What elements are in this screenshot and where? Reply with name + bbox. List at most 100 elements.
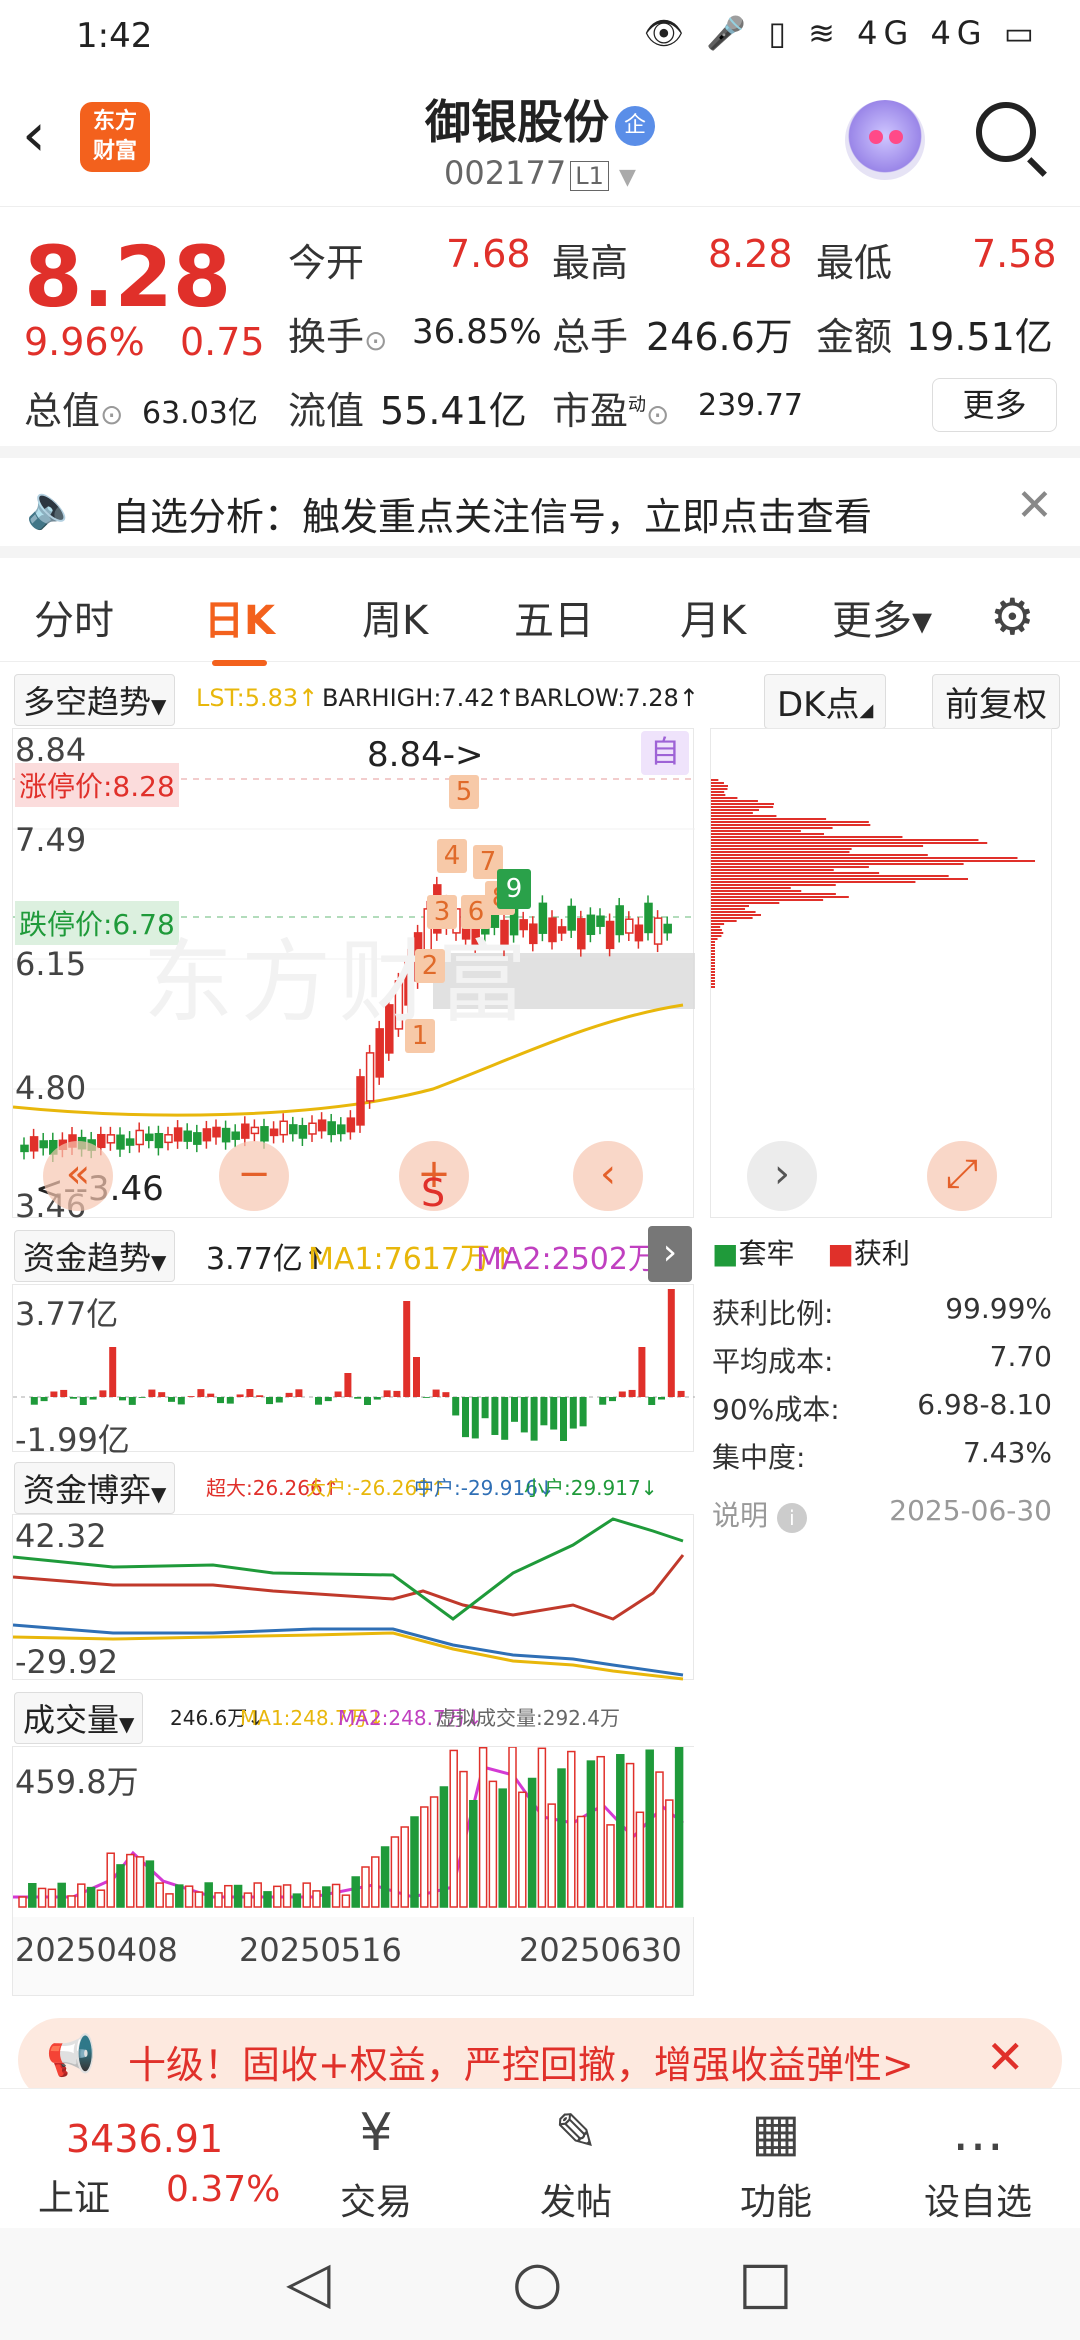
- nav-functions[interactable]: ▦ 功能: [706, 2103, 846, 2225]
- fund-game-small: 小户:29.917↓: [524, 1476, 658, 1500]
- candle-body: [548, 917, 557, 943]
- volume-select[interactable]: 成交量▼: [14, 1692, 144, 1744]
- current-price: 8.28: [24, 228, 232, 326]
- expand-right-icon[interactable]: ›: [648, 1226, 692, 1282]
- volume-bar: [674, 1746, 684, 1908]
- stat-row: 平均成本: 7.70: [712, 1340, 1052, 1380]
- candle-body: [365, 1052, 375, 1102]
- fund-bar: [256, 1395, 264, 1397]
- promo-text: 十级！固收+权益，严控回撤，增强收益弹性>: [128, 2043, 914, 2087]
- volume-bar: [665, 1799, 674, 1908]
- volume-panel[interactable]: 459.8万 20250408 20250516 20250630: [12, 1746, 695, 1996]
- gear-icon[interactable]: ⚙: [990, 588, 1035, 646]
- date-label: 20250516: [239, 1931, 402, 1969]
- tab-weekly[interactable]: 周K: [362, 588, 428, 646]
- signal-chip[interactable]: 9: [497, 869, 531, 909]
- high-field: 最高: [552, 232, 628, 287]
- chip-bar: [711, 944, 715, 946]
- axis-top: 459.8万: [15, 1763, 139, 1801]
- kline-indicator-label: 多空趋势: [23, 683, 152, 721]
- candle-body: [577, 918, 586, 950]
- volume-bar: [331, 1883, 341, 1908]
- tick-label: 7.49: [15, 821, 87, 859]
- tab-more[interactable]: 更多▾: [832, 588, 932, 646]
- low-value: 7.58: [972, 232, 1057, 276]
- chip-bar: [711, 959, 715, 961]
- prev-icon[interactable]: ‹: [573, 1141, 643, 1211]
- tab-minute[interactable]: 分时: [34, 588, 114, 646]
- adjust-button[interactable]: 前复权: [932, 674, 1060, 729]
- volume-bar: [214, 1892, 223, 1908]
- zoom-out-icon[interactable]: −: [219, 1141, 289, 1211]
- volume-bar: [361, 1866, 370, 1908]
- more-button[interactable]: 更多: [932, 378, 1057, 432]
- fund-bar: [413, 1357, 420, 1397]
- chip-bar: [711, 965, 715, 967]
- close-icon[interactable]: ✕: [986, 2030, 1025, 2084]
- fund-trend-panel[interactable]: 3.77亿 -1.99亿: [12, 1284, 695, 1459]
- signal-chip[interactable]: 2: [415, 949, 445, 983]
- nav-recents-icon[interactable]: □: [738, 2248, 793, 2316]
- candle-body: [183, 1130, 192, 1142]
- nav-post[interactable]: ✎ 发帖: [506, 2103, 646, 2225]
- chip-distribution-panel[interactable]: › ⤢: [710, 728, 1052, 1218]
- chip-bar: [711, 956, 715, 958]
- nav-add-watchlist[interactable]: … 设自选: [908, 2103, 1048, 2225]
- expand-icon[interactable]: ⤢: [927, 1141, 997, 1211]
- chip-bar: [711, 917, 753, 919]
- volume-bar: [47, 1888, 57, 1908]
- fund-bar: [383, 1390, 391, 1397]
- search-icon[interactable]: [976, 102, 1036, 162]
- analysis-notice[interactable]: 🔈 自选分析：触发重点关注信号，立即点击查看 ✕: [0, 458, 1080, 558]
- signal-chip[interactable]: 4: [437, 839, 467, 873]
- chip-bar: [711, 890, 802, 892]
- chip-bar: [711, 860, 1036, 862]
- self-badge[interactable]: 自: [641, 731, 689, 775]
- signal-chip[interactable]: 1: [405, 1019, 435, 1053]
- fund-game-panel[interactable]: 42.32 -29.92: [12, 1514, 694, 1681]
- fund-bar: [50, 1391, 58, 1397]
- tab-five-day[interactable]: 五日: [514, 588, 594, 646]
- dk-point-button[interactable]: DK点◢: [764, 674, 887, 729]
- candle-body: [644, 902, 653, 934]
- tab-monthly[interactable]: 月K: [680, 588, 746, 646]
- index-name: 上证: [38, 2178, 111, 2219]
- chip-bar: [711, 809, 759, 811]
- next-icon[interactable]: ›: [747, 1141, 817, 1211]
- fund-bar: [530, 1397, 538, 1441]
- barhigh-value: BARHIGH:7.42↑: [322, 684, 515, 712]
- nav-back-icon[interactable]: ◁: [286, 2248, 331, 2316]
- fund-bar: [187, 1396, 195, 1397]
- signal-chip[interactable]: 3: [427, 895, 457, 929]
- assistant-robot-icon[interactable]: [845, 100, 925, 180]
- info-icon[interactable]: ⊙: [364, 324, 387, 357]
- fund-trend-select[interactable]: 资金趋势▼: [14, 1230, 176, 1282]
- close-icon[interactable]: ✕: [1016, 480, 1053, 531]
- note-row[interactable]: 说明 i 2025-06-30: [712, 1494, 1052, 1534]
- tab-daily[interactable]: 日K: [204, 588, 275, 666]
- nav-home-icon[interactable]: ○: [512, 2248, 563, 2316]
- fund-bar: [520, 1397, 528, 1433]
- index-value: 3436.91: [66, 2117, 224, 2161]
- fund-game-select[interactable]: 资金博弈▼: [14, 1462, 176, 1514]
- chip-bar: [711, 869, 834, 871]
- volume-bar: [341, 1894, 351, 1908]
- volume-bar: [204, 1882, 213, 1908]
- chip-bar: [711, 815, 777, 817]
- chip-bar: [711, 878, 968, 880]
- chip-bar: [711, 794, 726, 796]
- kline-panel[interactable]: 8.84 7.49 6.15 4.80 3.46 涨停价:8.28 跌停价:6.…: [12, 728, 695, 1225]
- volume-bar: [351, 1876, 360, 1908]
- stat-value: 99.99%: [945, 1292, 1052, 1325]
- scroll-left-icon[interactable]: «: [43, 1141, 113, 1211]
- info-icon[interactable]: ⊙: [100, 398, 123, 431]
- signal-chip[interactable]: 5: [449, 775, 479, 809]
- fund-bar: [148, 1389, 156, 1397]
- fund-bar: [70, 1397, 77, 1399]
- nav-trade[interactable]: ¥ 交易: [306, 2103, 446, 2225]
- info-icon[interactable]: ⊙: [646, 398, 669, 431]
- volume-bar: [371, 1856, 380, 1908]
- kline-indicator-select[interactable]: 多空趋势▼: [14, 674, 176, 726]
- fund-bar: [334, 1391, 342, 1397]
- turnover-value: 36.85%: [412, 312, 542, 352]
